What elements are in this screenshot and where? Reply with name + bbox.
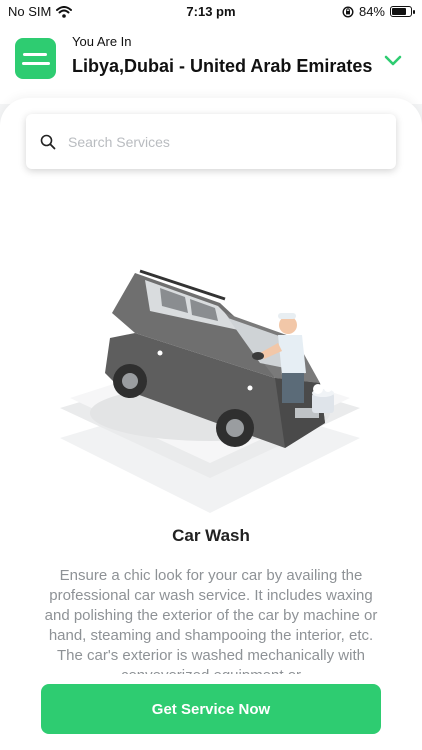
search-input[interactable] — [66, 132, 370, 151]
wash-bucket — [312, 384, 334, 413]
rotation-lock-icon — [342, 5, 354, 18]
battery-fill — [392, 8, 406, 15]
service-title: Car Wash — [172, 526, 250, 545]
search-icon — [40, 134, 56, 149]
service-description: Ensure a chic look for your car by avail… — [44, 567, 378, 674]
status-right-group: 84% — [342, 4, 415, 19]
battery-icon — [390, 6, 415, 17]
location-header: You Are In Libya,Dubai - United Arab Emi… — [0, 24, 422, 104]
car-wash-illustration — [60, 269, 360, 513]
menu-icon — [22, 52, 47, 56]
battery-percent: 84% — [358, 4, 385, 19]
chevron-down-icon[interactable] — [384, 54, 402, 68]
menu-icon-line — [21, 61, 50, 65]
location-value[interactable]: Libya,Dubai - United Arab Emirates — [72, 56, 372, 77]
status-bar: No SIM 7:13 pm 84% — [0, 0, 422, 24]
search-bar[interactable] — [26, 114, 396, 169]
location-caption: You Are In — [72, 34, 132, 49]
service-card: Car Wash Ensure a chic look for your car… — [0, 98, 422, 750]
get-service-now-button[interactable]: Get Service Now — [41, 684, 381, 734]
menu-button[interactable] — [15, 38, 56, 79]
